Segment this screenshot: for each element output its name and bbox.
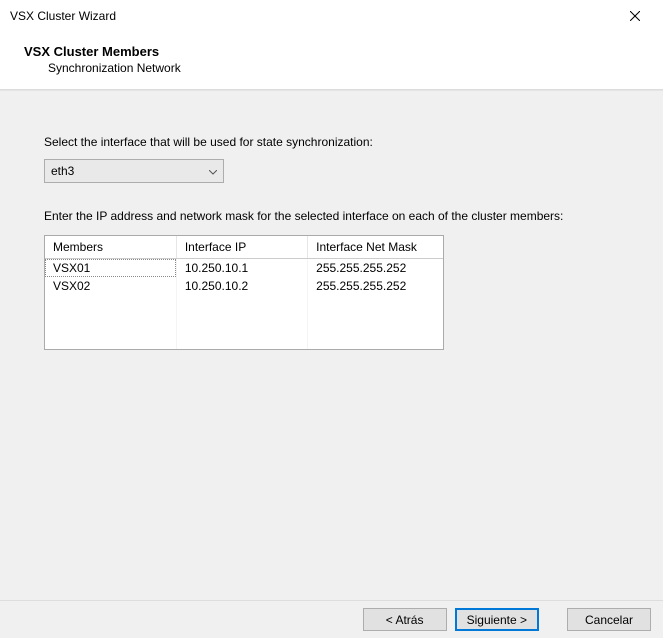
cell-mask[interactable]: 255.255.255.252 [308, 277, 443, 295]
cell-mask[interactable]: 255.255.255.252 [308, 259, 443, 278]
members-grid: Members Interface IP Interface Net Mask … [44, 235, 444, 350]
table-row[interactable]: VSX02 10.250.10.2 255.255.255.252 [45, 277, 443, 295]
col-interface-mask[interactable]: Interface Net Mask [308, 236, 443, 259]
table-header-row: Members Interface IP Interface Net Mask [45, 236, 443, 259]
close-icon [630, 11, 640, 21]
wizard-button-bar: < Atrás Siguiente > Cancelar [0, 600, 663, 638]
titlebar: VSX Cluster Wizard [0, 0, 663, 32]
chevron-down-icon [209, 164, 217, 178]
back-button[interactable]: < Atrás [363, 608, 447, 631]
cancel-button[interactable]: Cancelar [567, 608, 651, 631]
interface-select-value: eth3 [51, 164, 74, 178]
table-row[interactable]: VSX01 10.250.10.1 255.255.255.252 [45, 259, 443, 278]
table-row-empty [45, 331, 443, 349]
next-button[interactable]: Siguiente > [455, 608, 539, 631]
cell-member[interactable]: VSX01 [45, 259, 176, 278]
table-row-empty [45, 313, 443, 331]
table-row-empty [45, 295, 443, 313]
wizard-header: VSX Cluster Members Synchronization Netw… [0, 32, 663, 90]
cell-ip[interactable]: 10.250.10.1 [176, 259, 307, 278]
cell-member[interactable]: VSX02 [45, 277, 176, 295]
interface-select[interactable]: eth3 [44, 159, 224, 183]
table-instruction: Enter the IP address and network mask fo… [44, 209, 627, 223]
wizard-step-subtitle: Synchronization Network [48, 61, 649, 75]
wizard-step-title: VSX Cluster Members [24, 44, 649, 59]
cell-ip[interactable]: 10.250.10.2 [176, 277, 307, 295]
window-title: VSX Cluster Wizard [10, 9, 116, 23]
select-instruction: Select the interface that will be used f… [44, 135, 627, 149]
col-members[interactable]: Members [45, 236, 176, 259]
close-button[interactable] [615, 2, 655, 30]
col-interface-ip[interactable]: Interface IP [176, 236, 307, 259]
wizard-body: Select the interface that will be used f… [0, 90, 663, 600]
